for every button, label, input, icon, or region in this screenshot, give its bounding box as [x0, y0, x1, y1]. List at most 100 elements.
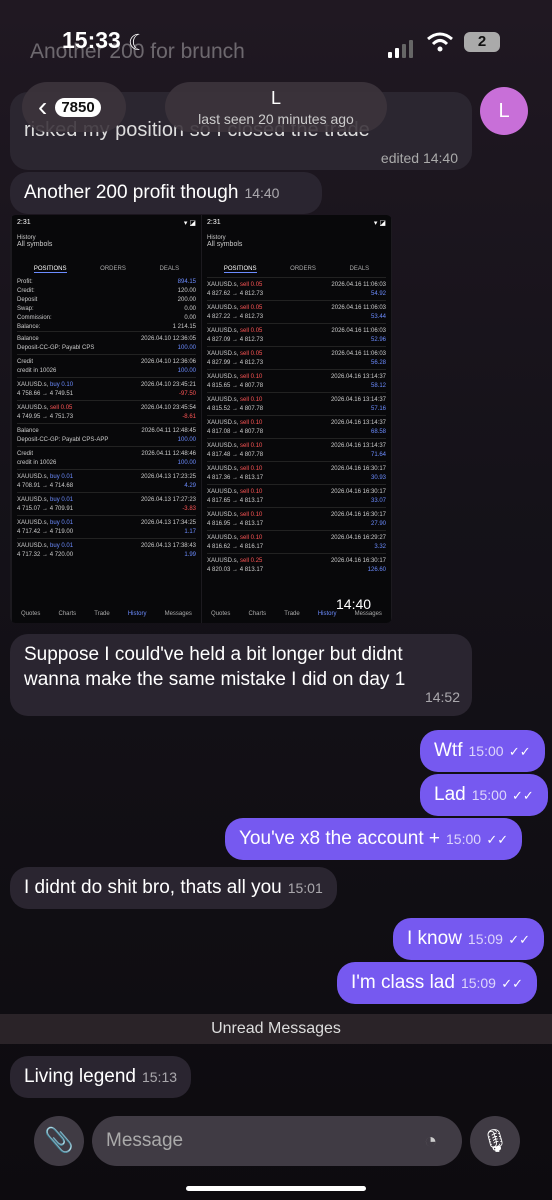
deal-name: XAUUSD.s, — [207, 419, 241, 426]
deal-symbol: Balance — [17, 427, 39, 434]
message-in[interactable]: Living legend 15:13 — [10, 1056, 192, 1098]
message-in[interactable]: Another 200 profit though 14:40 — [10, 172, 322, 214]
message-out[interactable]: I'm class lad 15:09 ✓✓ — [337, 962, 538, 1004]
deal-date: 2026.04.16 16:30:17 — [330, 488, 386, 495]
deal-side: sell 0.05 — [50, 404, 73, 411]
message-out[interactable]: Wtf 15:00 ✓✓ — [420, 730, 545, 772]
deal-line: XAUUSD.s, sell 0.05 2026.04.16 11:06:03 — [207, 303, 386, 312]
message-in[interactable]: Suppose I could've held a bit longer but… — [10, 634, 472, 716]
deal-line: XAUUSD.s, sell 0.10 2026.04.16 16:29:27 — [207, 533, 386, 542]
deal-date: 2026.04.16 11:06:03 — [331, 281, 386, 288]
deal-line: credit in 10026 100.00 — [17, 366, 196, 375]
message-text: Another 200 profit though — [24, 182, 239, 203]
deal-value: 126.60 — [367, 566, 386, 573]
deal-symbol: XAUUSD.s, sell 0.25 — [207, 558, 262, 564]
deal-name: XAUUSD.s, — [17, 404, 51, 411]
panel-clock: 2:31 — [17, 219, 31, 226]
panel-status-icons: ▾ ◪ — [183, 220, 196, 227]
deal-detail: 4 827.22 → 4 812.73 — [207, 313, 264, 320]
deal-symbol: Credit — [17, 358, 34, 365]
deal-symbol: XAUUSD.s, sell 0.10 — [207, 535, 262, 541]
message-out[interactable]: Lad 15:00 ✓✓ — [420, 774, 548, 816]
sticker-icon[interactable]: ◔ — [424, 1128, 437, 1154]
deal-date: 2026.04.10 23:45:21 — [140, 381, 196, 388]
deal-line: Credit 2026.04.11 12:48:46 — [17, 449, 196, 458]
deal-date: 2026.04.16 13:14:37 — [330, 442, 386, 449]
trading-screenshot[interactable]: 2:31 ▾ ◪ History All symbols POSITIONS ORD… — [10, 215, 392, 623]
deal-row: XAUUSD.s, sell 0.10 2026.04.16 13:14:37 4 … — [207, 415, 386, 438]
panel-nav: Quotes Charts Trade History Messages — [12, 611, 201, 617]
double-check-icon: ✓✓ — [501, 976, 524, 991]
microphone-icon[interactable]: 🎙 — [470, 1116, 520, 1166]
deal-value: 33.07 — [370, 497, 386, 504]
deal-side: sell 0.05 — [240, 350, 263, 357]
deal-side: sell 0.05 — [240, 327, 263, 334]
deal-detail: 4 817.65 → 4 813.17 — [207, 497, 264, 504]
deal-row: XAUUSD.s, buy 0.01 2026.04.13 17:27:23 4 7… — [17, 492, 196, 515]
tab-deals: DEALS — [159, 266, 180, 272]
deal-date: 2026.04.16 13:14:37 — [330, 396, 386, 403]
deal-symbol: XAUUSD.s, sell 0.05 — [207, 282, 262, 288]
message-out[interactable]: You've x8 the account + 15:00 ✓✓ — [225, 818, 523, 860]
back-button[interactable]: ‹ 7850 — [22, 82, 126, 132]
panel-summary: Profit: 894.15 Credit: 120.00 Deposit 200.00 S… — [17, 277, 196, 331]
avatar[interactable]: L — [480, 87, 528, 135]
double-check-icon: ✓✓ — [512, 788, 534, 803]
deal-line: XAUUSD.s, buy 0.01 2026.04.13 17:27:23 — [17, 495, 196, 504]
chat-title[interactable]: L last seen 20 minutes ago — [165, 82, 387, 132]
composer: 📎 Message ◔ 🎙 — [0, 1108, 552, 1178]
deal-value: 54.92 — [370, 290, 386, 297]
ghost-previous-message: Another 200 for brunch — [30, 40, 245, 63]
message-time: 15:00 — [471, 787, 507, 803]
deal-detail: 4 758.66 → 4 749.51 — [17, 390, 74, 397]
deal-line: XAUUSD.s, buy 0.01 2026.04.13 17:23:25 — [17, 472, 196, 481]
message-time: 15:13 — [141, 1069, 178, 1085]
tab-positions: POSITIONS — [33, 266, 67, 273]
deal-symbol: XAUUSD.s, sell 0.10 — [207, 397, 262, 403]
deal-side: sell 0.05 — [240, 304, 263, 311]
deal-value: 100.00 — [177, 344, 196, 351]
message-text: Wtf — [434, 740, 463, 761]
deal-value: 58.12 — [370, 382, 386, 389]
deal-detail: 4 817.36 → 4 813.17 — [207, 474, 264, 481]
deal-line: Balance 2026.04.11 12:48:45 — [17, 426, 196, 435]
message-text: Living legend — [24, 1066, 136, 1087]
deal-row: XAUUSD.s, sell 0.05 2026.04.16 11:06:03 4 … — [207, 300, 386, 323]
screenshot-time: 14:40 — [336, 596, 372, 612]
deal-detail: 4 708.91 → 4 714.68 — [17, 482, 74, 489]
deal-name: XAUUSD.s, — [17, 381, 51, 388]
deal-side: sell 0.10 — [240, 488, 263, 495]
deal-detail: 4 820.03 → 4 813.17 — [207, 566, 264, 573]
nav-item: Trade — [284, 611, 300, 617]
deal-side: sell 0.10 — [240, 442, 263, 449]
deal-date: 2026.04.16 11:06:03 — [331, 350, 386, 357]
message-input[interactable]: Message — [92, 1116, 462, 1166]
deal-line: 4 758.66 → 4 749.51 -97.50 — [17, 389, 196, 398]
summary-value: 200.00 — [177, 296, 196, 303]
deal-row: XAUUSD.s, sell 0.05 2026.04.10 23:45:54 4 … — [17, 400, 196, 423]
paperclip-icon[interactable]: 📎 — [34, 1116, 84, 1166]
deal-date: 2026.04.16 13:14:37 — [330, 373, 386, 380]
message-out[interactable]: I know 15:09 ✓✓ — [393, 918, 545, 960]
deal-side: sell 0.10 — [240, 419, 263, 426]
deal-date: 2026.04.10 23:45:54 — [140, 404, 196, 411]
deal-line: XAUUSD.s, sell 0.05 2026.04.16 11:06:03 — [207, 326, 386, 335]
summary-label: Commission: — [17, 314, 52, 321]
summary-row: Commission: 0.00 — [17, 313, 196, 322]
deal-side: buy 0.10 — [50, 381, 74, 388]
deal-side: sell 0.10 — [240, 465, 263, 472]
message-in[interactable]: I didnt do shit bro, thats all you 15:01 — [10, 867, 337, 909]
deal-value: 4.29 — [184, 482, 196, 489]
battery-icon: 2 — [464, 32, 500, 52]
deal-line: Balance 2026.04.10 12:36:05 — [17, 334, 196, 343]
nav-item: Charts — [58, 611, 77, 617]
deal-line: XAUUSD.s, sell 0.05 2026.04.16 11:06:03 — [207, 280, 386, 289]
message-text: Suppose I could've held a bit longer but… — [24, 644, 406, 690]
deal-row: XAUUSD.s, buy 0.01 2026.04.13 17:23:25 4 7… — [17, 469, 196, 492]
summary-row: Deposit 200.00 — [17, 295, 196, 304]
deal-line: XAUUSD.s, buy 0.01 2026.04.13 17:34:25 — [17, 518, 196, 527]
deal-line: 4 827.09 → 4 812.73 52.96 — [207, 335, 386, 344]
summary-label: Balance: — [17, 323, 41, 330]
deal-symbol: XAUUSD.s, sell 0.10 — [207, 420, 262, 426]
deal-value: 52.96 — [370, 336, 386, 343]
